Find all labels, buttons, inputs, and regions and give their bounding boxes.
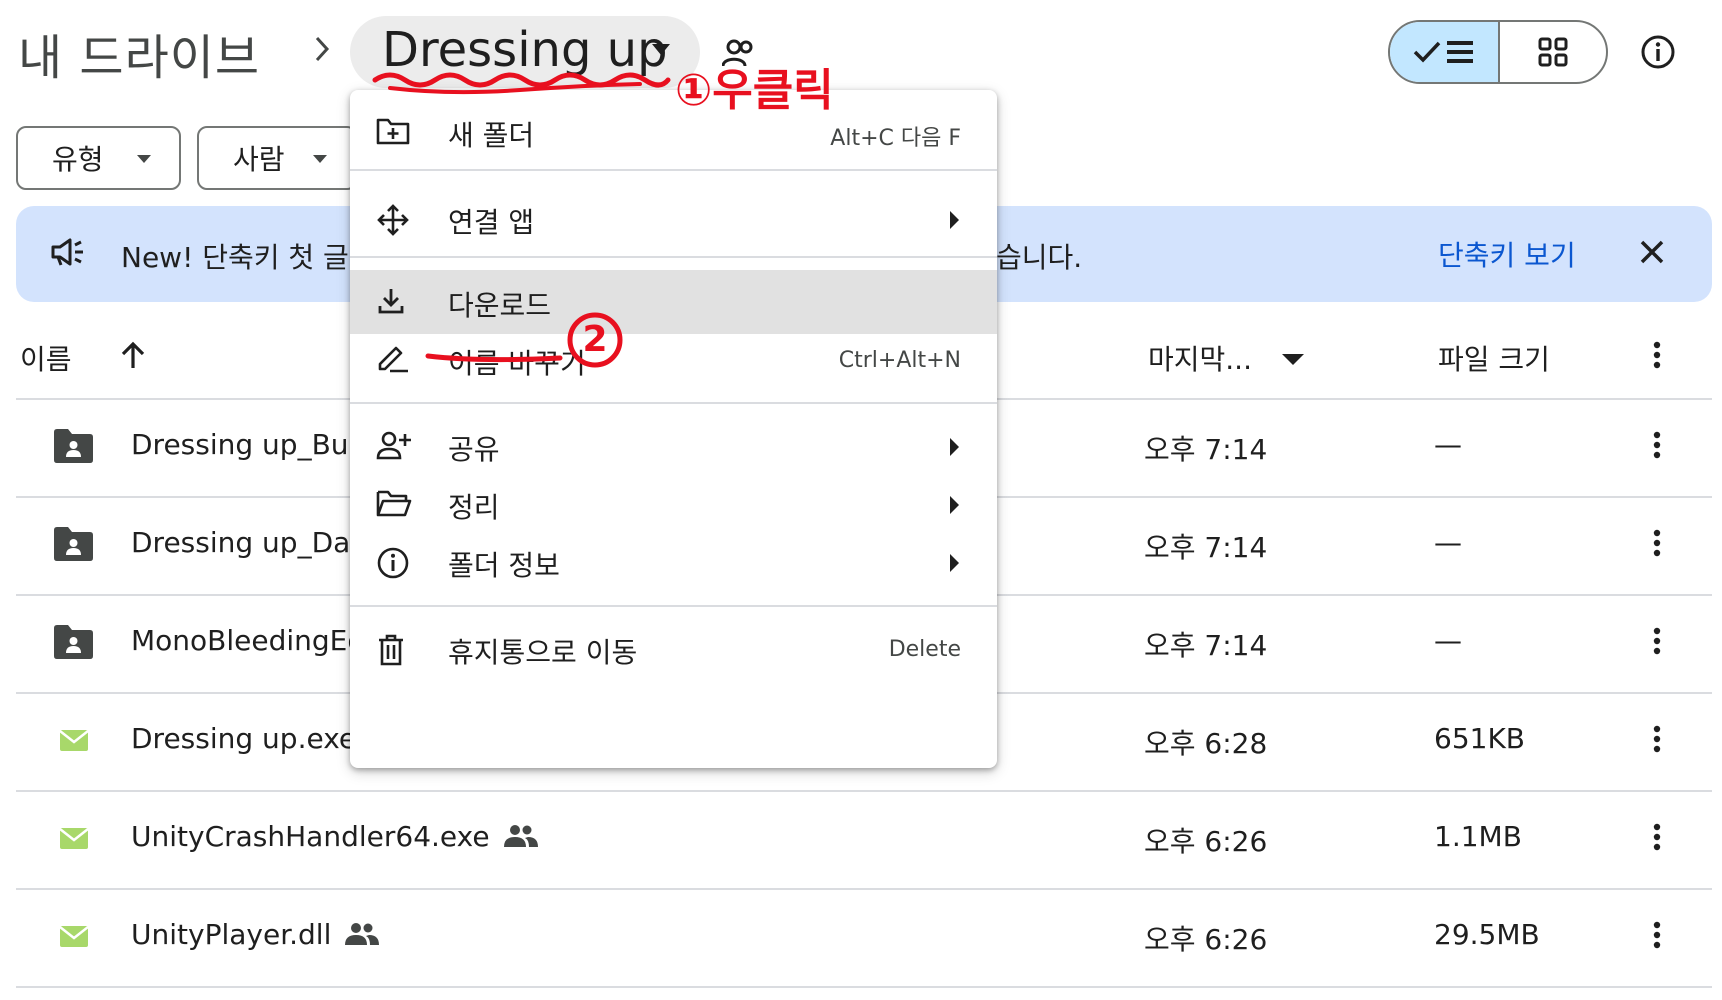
annotation-underline-2: [425, 353, 563, 363]
annotation-step2-label: 2: [582, 319, 608, 360]
annotation-overlay: [372, 72, 671, 368]
annotation-step1-label: ①우클릭: [675, 65, 834, 116]
